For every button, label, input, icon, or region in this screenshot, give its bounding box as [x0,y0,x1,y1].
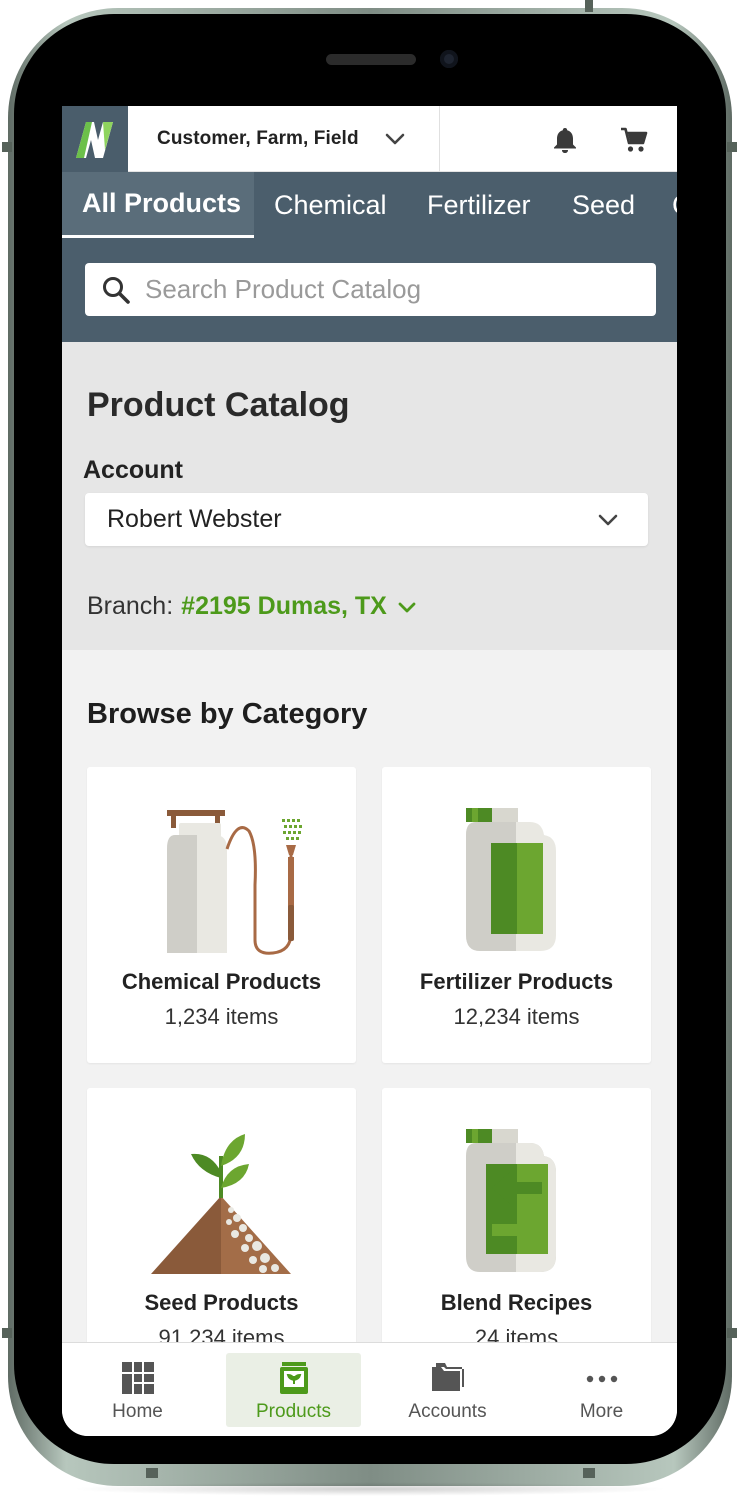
category-name: Seed Products [144,1290,299,1315]
device-button [585,0,593,12]
search-input[interactable] [145,263,645,316]
home-grid-icon [121,1362,154,1394]
catalog-header: Product Catalog Account Robert Webster B… [62,342,677,650]
page-title: Product Catalog [87,386,350,424]
device-button [2,142,12,152]
tab-chemical[interactable]: Chemical [254,172,407,238]
tab-all-products[interactable]: All Products [62,172,254,238]
brand-logo[interactable] [62,106,128,172]
nav-accounts[interactable]: Accounts [380,1353,515,1427]
nav-label: Accounts [408,1401,487,1422]
category-name: Chemical Products [121,969,322,994]
jug-icon [466,808,556,951]
nav-home[interactable]: Home [70,1353,205,1427]
account-select[interactable]: Robert Webster [85,493,648,546]
category-name: Fertilizer Products [419,969,614,994]
tab-seed[interactable]: Seed [552,172,655,238]
chevron-down-icon [398,602,416,612]
logo-icon [76,122,113,158]
branch-label: Branch: [87,592,174,620]
category-card-seed[interactable]: Seed Products 91,234 items [87,1088,356,1384]
speaker-grille [326,54,416,65]
branch-value: #2195 Dumas, TX [181,592,387,620]
device-button [727,1328,737,1338]
nav-more[interactable]: More [534,1353,669,1427]
account-value: Robert Webster [107,505,282,533]
products-icon [279,1362,308,1394]
nav-label: Products [256,1401,331,1422]
front-camera [440,50,458,68]
bottom-navigation: Home Products Accounts More [62,1342,677,1436]
seedling-mound-icon [151,1134,291,1274]
cart-icon[interactable] [620,126,648,154]
nav-products[interactable]: Products [226,1353,361,1427]
category-tabs: All Products Chemical Fertilizer Seed C [62,172,677,238]
search-band [62,238,677,342]
category-card-blend[interactable]: Blend Recipes 24 items [382,1088,651,1384]
category-count: 12,234 items [453,1004,580,1029]
device-button [727,142,737,152]
context-selector-label: Customer, Farm, Field [157,128,359,149]
device-button [146,1468,158,1478]
folder-icon [431,1363,464,1391]
device-button [583,1468,595,1478]
device-button [2,1328,12,1338]
section-title: Browse by Category [87,698,368,730]
category-card-fertilizer[interactable]: Fertilizer Products 12,234 items [382,767,651,1063]
nav-label: More [579,1401,624,1422]
sprayer-icon [167,810,302,955]
tab-fertilizer[interactable]: Fertilizer [407,172,551,238]
blend-jug-icon [466,1129,556,1272]
chevron-down-icon [598,514,618,526]
top-header: Customer, Farm, Field [62,106,677,172]
tab-overflow[interactable]: C [652,172,677,238]
category-card-chemical[interactable]: Chemical Products 1,234 items [87,767,356,1063]
more-dots-icon [586,1375,617,1383]
category-name: Blend Recipes [440,1290,593,1315]
category-count: 1,234 items [164,1004,279,1029]
account-label: Account [83,456,183,484]
branch-selector[interactable]: Branch: #2195 Dumas, TX [87,592,417,621]
search-icon [103,277,130,304]
device-shadow [70,1482,670,1496]
search-box[interactable] [85,263,656,316]
app-screen: Customer, Farm, Field All Products Chemi… [62,106,677,1436]
nav-label: Home [112,1401,163,1422]
chevron-down-icon [385,133,405,145]
bell-icon[interactable] [552,126,578,154]
context-selector[interactable]: Customer, Farm, Field [128,106,440,172]
